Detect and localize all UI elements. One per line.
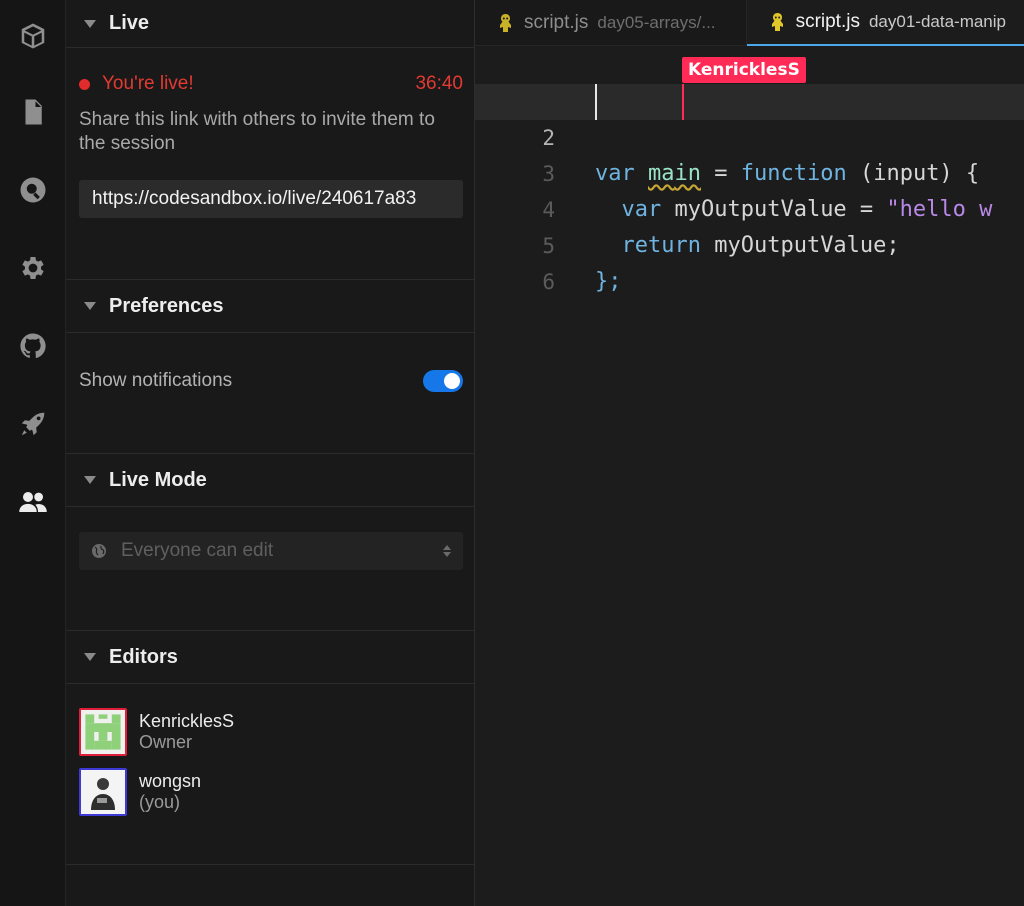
preferences-section-title: Preferences: [109, 294, 224, 317]
js-file-icon: [500, 14, 511, 32]
live-mode-value: Everyone can edit: [121, 540, 274, 561]
cube-icon[interactable]: [0, 14, 66, 58]
editor-name: KenricklesS: [139, 711, 235, 731]
editor-item: wongsn (you): [79, 768, 463, 816]
live-dot-icon: [79, 78, 90, 90]
tab-script-day05[interactable]: script.js day05-arrays/...: [475, 0, 747, 46]
tab-file-name: script.js: [524, 12, 589, 33]
rocket-icon[interactable]: [0, 402, 66, 446]
live-sidebar: Live You're live! 36:40 Share this link …: [66, 0, 475, 906]
live-section-title: Live: [109, 12, 150, 34]
globe-icon: [92, 544, 106, 558]
github-icon[interactable]: [0, 324, 66, 368]
share-link-input[interactable]: [79, 180, 463, 218]
preferences-section-header[interactable]: Preferences: [66, 280, 474, 333]
code-line: 5 };: [475, 192, 1024, 294]
editor-role: Owner: [139, 732, 193, 752]
editor-tabs: script.js day05-arrays/... script.js day…: [475, 0, 1024, 46]
live-mode-section-title: Live Mode: [109, 468, 207, 491]
live-status: You're live! 36:40: [79, 71, 463, 97]
live-mode-section-header[interactable]: Live Mode: [66, 454, 474, 507]
select-arrows-icon: [443, 545, 451, 557]
show-notifications-row: Show notifications: [79, 366, 463, 396]
editor-role: (you): [139, 792, 181, 812]
collapse-triangle-icon: [84, 302, 96, 310]
users-icon[interactable]: [0, 480, 66, 524]
avatar: [79, 708, 127, 756]
collapse-triangle-icon: [84, 653, 96, 661]
tab-script-day01[interactable]: script.js day01-data-manip: [746, 0, 1024, 46]
toggle-knob: [444, 373, 460, 389]
live-status-text: You're live!: [102, 73, 194, 94]
show-notifications-toggle[interactable]: [423, 370, 463, 392]
editors-section-title: Editors: [109, 645, 178, 668]
code-line: 2 var main = function (input) {: [475, 84, 1024, 186]
code-line: 4 return myOutputValue;: [475, 156, 1024, 258]
file-icon[interactable]: [0, 90, 66, 134]
search-icon[interactable]: [0, 168, 66, 212]
code-editor: script.js day05-arrays/... script.js day…: [475, 0, 1024, 906]
code-line: 6: [475, 228, 1024, 294]
tab-file-path: day05-arrays/...: [597, 13, 716, 32]
editor-name: wongsn: [139, 771, 202, 791]
user-photo-icon: [81, 770, 125, 814]
tab-file-name: script.js: [795, 11, 860, 32]
remote-user-label: KenricklesS: [682, 57, 806, 83]
remote-user-cursor: [682, 84, 684, 120]
live-section-header[interactable]: Live: [66, 0, 474, 48]
collapse-triangle-icon: [84, 476, 96, 484]
avatar: [79, 768, 127, 816]
code-text: };: [595, 269, 622, 294]
code-line: 3 var myOutputValue = "hello w: [475, 120, 1024, 222]
collapse-triangle-icon: [84, 19, 96, 28]
live-timer: 36:40: [415, 73, 463, 94]
activity-bar: [0, 0, 66, 906]
js-file-icon: [771, 13, 783, 31]
editor-item: KenricklesS Owner: [79, 708, 463, 756]
section-divider: [66, 864, 474, 865]
live-mode-select[interactable]: Everyone can edit: [79, 532, 463, 570]
line-number: 6: [542, 270, 555, 294]
show-notifications-label: Show notifications: [79, 370, 233, 391]
share-description: Share this link with others to invite th…: [79, 109, 435, 154]
identicon-icon: [81, 710, 125, 754]
gear-icon[interactable]: [0, 246, 66, 290]
local-text-cursor: [595, 84, 597, 120]
editors-section-header[interactable]: Editors: [66, 631, 474, 684]
tab-file-path: day01-data-manip: [868, 12, 1006, 31]
